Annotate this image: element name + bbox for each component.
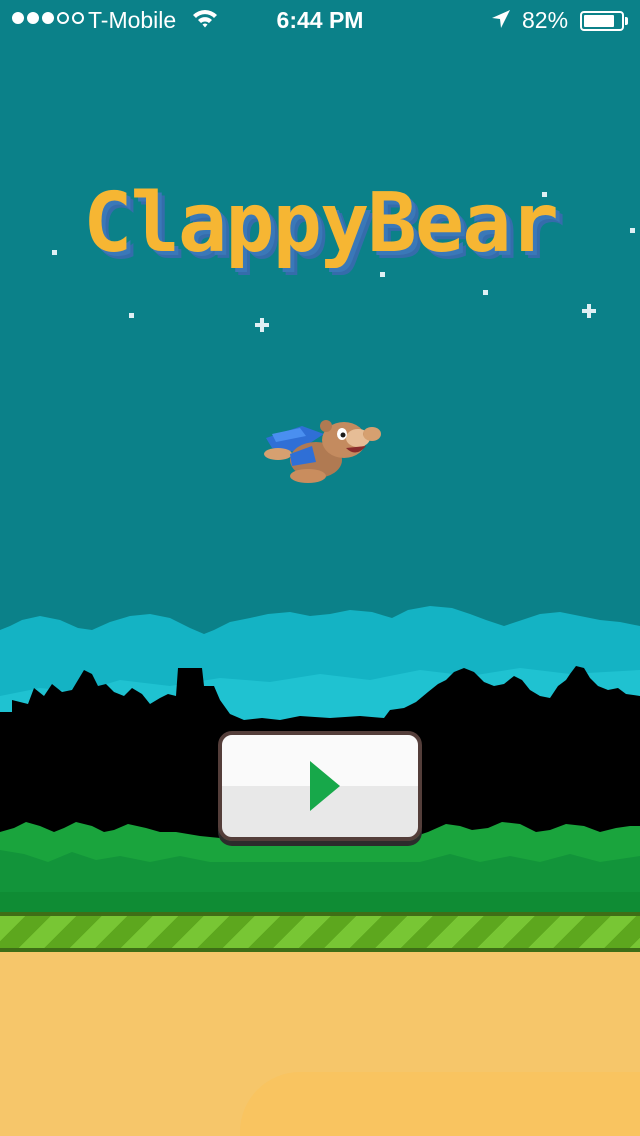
battery-percentage: 82% xyxy=(522,7,569,33)
bear-character[interactable] xyxy=(262,414,384,488)
ground-stripe xyxy=(0,912,640,952)
star xyxy=(129,313,134,318)
star xyxy=(483,290,488,295)
play-button[interactable] xyxy=(218,731,422,841)
star xyxy=(380,272,385,277)
star xyxy=(542,192,547,197)
battery-terminal xyxy=(625,17,628,25)
battery-icon xyxy=(580,11,628,31)
star xyxy=(630,228,635,233)
battery-level-fill xyxy=(584,15,614,27)
ground-patch xyxy=(240,1072,640,1136)
play-icon xyxy=(310,761,340,811)
game-screen[interactable]: T-Mobile 6:44 PM 82% ClappyBear xyxy=(0,0,640,1136)
star xyxy=(52,250,57,255)
location-arrow-icon xyxy=(490,8,512,36)
game-title: ClappyBear xyxy=(83,176,559,271)
ground xyxy=(0,952,640,1136)
star xyxy=(582,304,596,318)
status-bar: T-Mobile 6:44 PM 82% xyxy=(0,0,640,40)
star xyxy=(255,318,269,332)
